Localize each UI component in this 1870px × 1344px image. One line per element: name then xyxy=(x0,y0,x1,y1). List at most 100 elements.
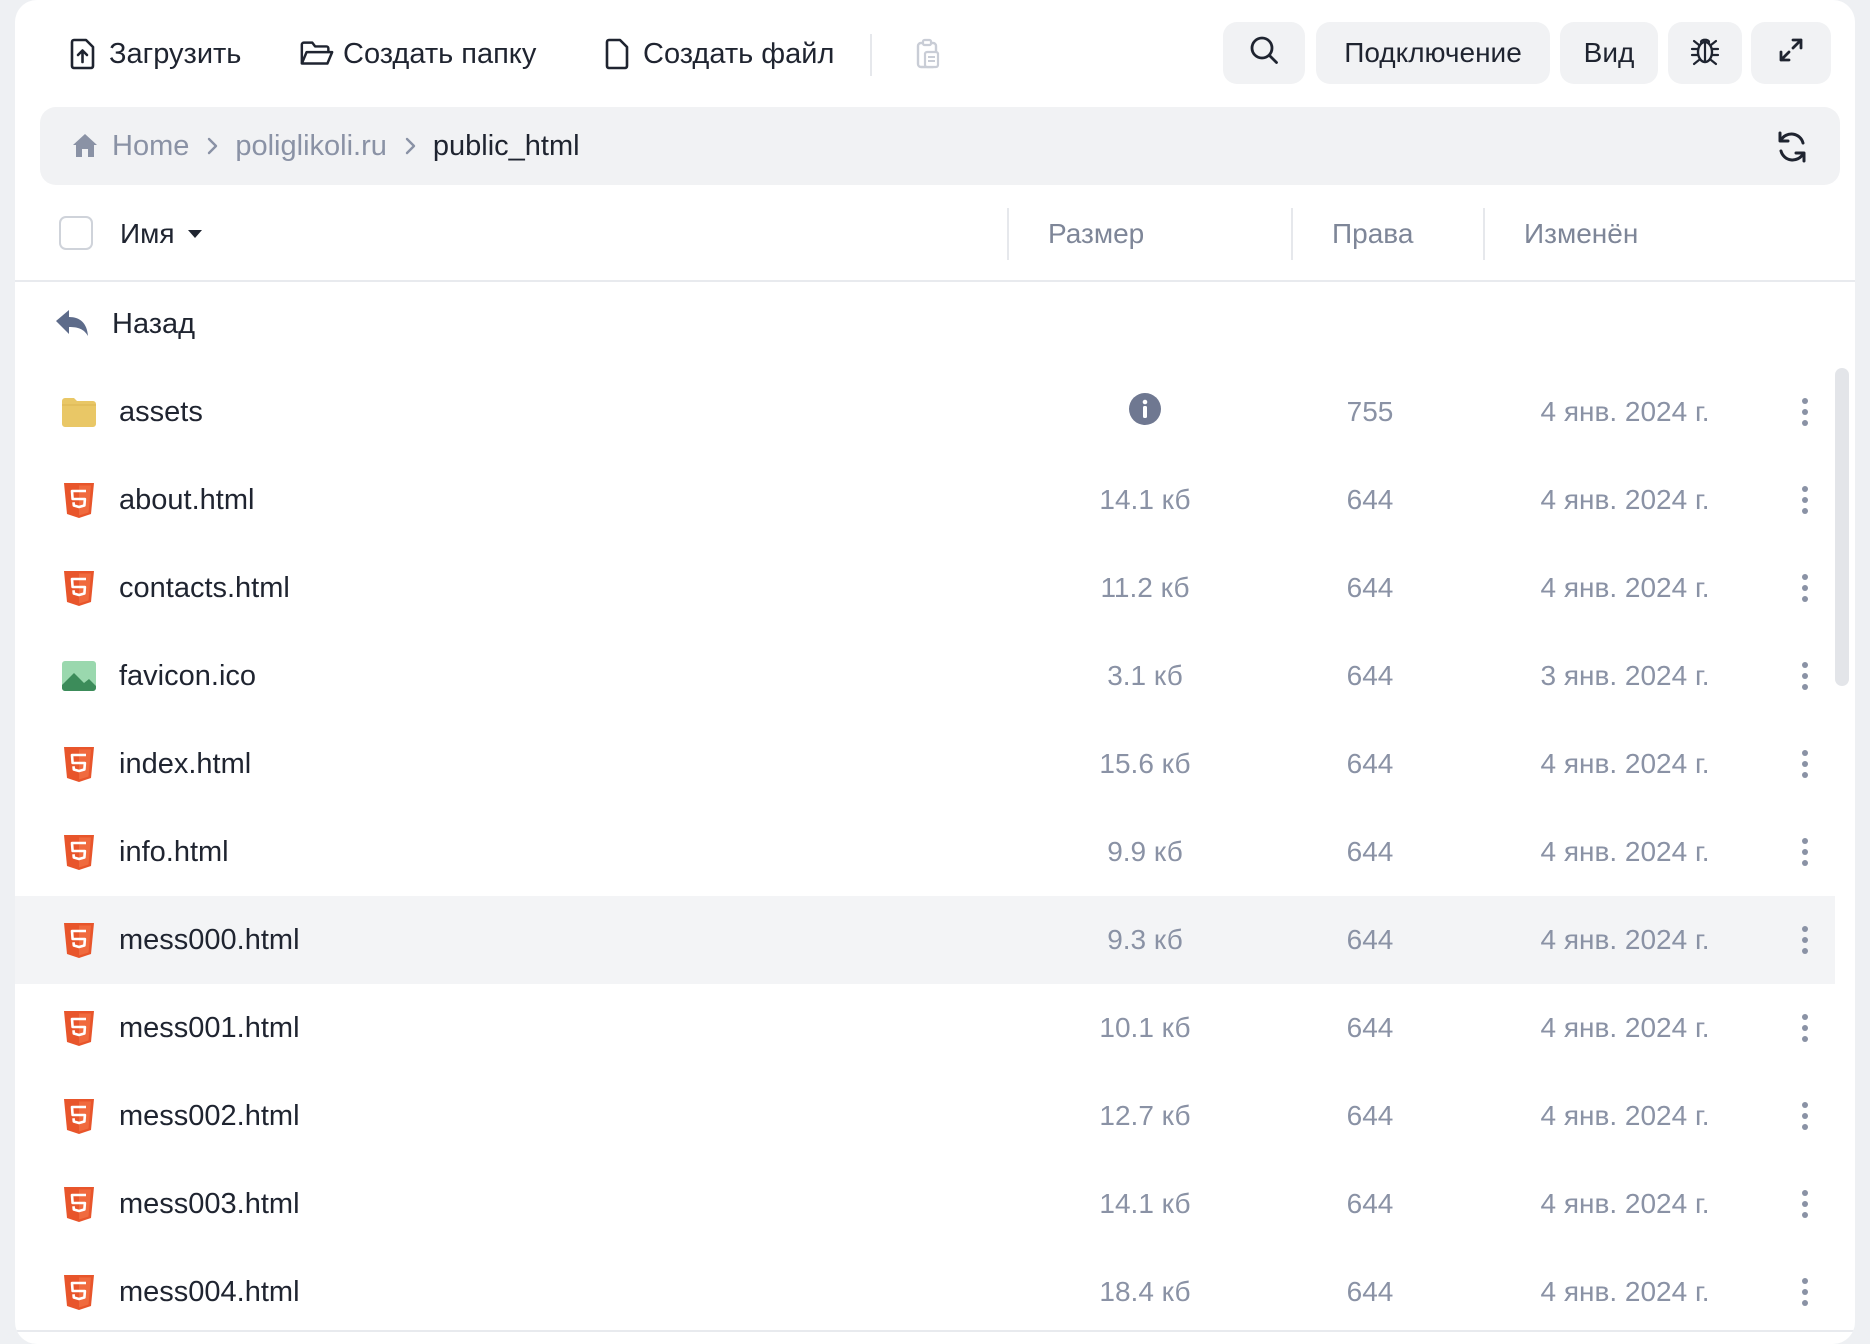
more-options-icon[interactable] xyxy=(1785,646,1825,706)
file-permissions: 644 xyxy=(1346,572,1394,603)
column-perms-header[interactable]: Права xyxy=(1332,204,1413,264)
connection-button[interactable]: Подключение xyxy=(1316,22,1550,84)
html5-file-icon xyxy=(57,1182,101,1226)
table-row[interactable]: mess000.html 9.3 кб 644 4 янв. 2024 г. xyxy=(15,896,1835,984)
column-divider xyxy=(1007,208,1009,260)
html5-file-icon xyxy=(57,1094,101,1138)
table-row[interactable]: assets 755 4 янв. 2024 г. xyxy=(15,368,1835,456)
more-options-icon[interactable] xyxy=(1785,998,1825,1058)
file-permissions: 644 xyxy=(1346,1188,1394,1219)
upload-label: Загрузить xyxy=(109,37,242,70)
file-modified-date: 4 янв. 2024 г. xyxy=(1540,1276,1710,1307)
file-modified-date: 4 янв. 2024 г. xyxy=(1540,1100,1710,1131)
html5-file-icon xyxy=(57,566,101,610)
file-modified-date: 4 янв. 2024 г. xyxy=(1540,484,1710,515)
file-name[interactable]: mess003.html xyxy=(119,1188,300,1221)
chevron-right-icon xyxy=(197,136,227,156)
more-options-icon[interactable] xyxy=(1785,734,1825,794)
bottom-divider xyxy=(15,1330,1855,1332)
column-size-label: Размер xyxy=(1048,218,1145,249)
breadcrumb-domain[interactable]: poliglikoli.ru xyxy=(235,130,387,163)
vertical-scrollbar[interactable] xyxy=(1835,368,1849,686)
file-icon xyxy=(599,36,635,72)
more-options-icon[interactable] xyxy=(1785,1086,1825,1146)
column-divider xyxy=(1291,208,1293,260)
file-size: 15.6 кб xyxy=(1099,748,1191,779)
file-modified-date: 4 янв. 2024 г. xyxy=(1540,572,1710,603)
file-name[interactable]: assets xyxy=(119,396,203,429)
home-icon[interactable] xyxy=(70,131,100,161)
file-name[interactable]: mess001.html xyxy=(119,1012,300,1045)
folder-open-icon xyxy=(299,36,335,72)
table-row[interactable]: mess004.html 18.4 кб 644 4 янв. 2024 г. xyxy=(15,1248,1835,1336)
file-size: 18.4 кб xyxy=(1099,1276,1191,1307)
file-permissions: 755 xyxy=(1346,396,1394,427)
folder-size-info[interactable] xyxy=(1045,392,1245,433)
file-name[interactable]: index.html xyxy=(119,748,251,781)
back-row[interactable]: Назад xyxy=(15,280,1835,368)
table-row[interactable]: index.html 15.6 кб 644 4 янв. 2024 г. xyxy=(15,720,1835,808)
file-name[interactable]: mess004.html xyxy=(119,1276,300,1309)
bug-icon xyxy=(1688,33,1722,74)
paste-button[interactable] xyxy=(910,26,954,82)
file-name[interactable]: mess002.html xyxy=(119,1100,300,1133)
file-size: 10.1 кб xyxy=(1099,1012,1191,1043)
breadcrumb-home[interactable]: Home xyxy=(112,130,189,163)
file-name[interactable]: contacts.html xyxy=(119,572,290,605)
table-row[interactable]: about.html 14.1 кб 644 4 янв. 2024 г. xyxy=(15,456,1835,544)
new-file-button[interactable]: Создать файл xyxy=(599,26,834,82)
file-size: 11.2 кб xyxy=(1100,572,1190,603)
table-row[interactable]: mess003.html 14.1 кб 644 4 янв. 2024 г. xyxy=(15,1160,1835,1248)
fullscreen-button[interactable] xyxy=(1751,22,1831,84)
folder-icon xyxy=(57,390,101,434)
file-permissions: 644 xyxy=(1346,1276,1394,1307)
more-options-icon[interactable] xyxy=(1785,822,1825,882)
file-modified-date: 4 янв. 2024 г. xyxy=(1540,748,1710,779)
more-options-icon[interactable] xyxy=(1785,1262,1825,1322)
html5-file-icon xyxy=(57,1006,101,1050)
more-options-icon[interactable] xyxy=(1785,382,1825,442)
table-row[interactable]: mess002.html 12.7 кб 644 4 янв. 2024 г. xyxy=(15,1072,1835,1160)
table-row[interactable]: info.html 9.9 кб 644 4 янв. 2024 г. xyxy=(15,808,1835,896)
select-all-checkbox[interactable] xyxy=(59,216,93,250)
file-modified-date: 4 янв. 2024 г. xyxy=(1540,1188,1710,1219)
more-options-icon[interactable] xyxy=(1785,1174,1825,1234)
image-file-icon xyxy=(57,654,101,698)
refresh-icon[interactable] xyxy=(1772,127,1812,167)
file-modified-date: 4 янв. 2024 г. xyxy=(1540,396,1710,427)
new-file-label: Создать файл xyxy=(643,37,835,70)
column-name-header[interactable]: Имя xyxy=(120,204,203,264)
back-arrow-icon xyxy=(50,302,94,346)
file-size: 9.3 кб xyxy=(1107,924,1183,955)
upload-icon xyxy=(65,36,101,72)
more-options-icon[interactable] xyxy=(1785,558,1825,618)
file-name[interactable]: favicon.ico xyxy=(119,660,256,693)
table-row[interactable]: contacts.html 11.2 кб 644 4 янв. 2024 г. xyxy=(15,544,1835,632)
chevron-right-icon xyxy=(395,136,425,156)
more-options-icon[interactable] xyxy=(1785,470,1825,530)
table-row[interactable]: mess001.html 10.1 кб 644 4 янв. 2024 г. xyxy=(15,984,1835,1072)
file-name[interactable]: info.html xyxy=(119,836,229,869)
column-size-header[interactable]: Размер xyxy=(1048,204,1144,264)
file-permissions: 644 xyxy=(1346,660,1394,691)
upload-button[interactable]: Загрузить xyxy=(65,26,241,82)
html5-file-icon xyxy=(57,742,101,786)
column-perms-label: Права xyxy=(1332,218,1414,249)
file-name[interactable]: mess000.html xyxy=(119,924,300,957)
column-modified-header[interactable]: Изменён xyxy=(1524,204,1638,264)
column-modified-label: Изменён xyxy=(1524,218,1639,249)
debug-button[interactable] xyxy=(1668,22,1742,84)
search-button[interactable] xyxy=(1223,22,1305,84)
file-size: 14.1 кб xyxy=(1099,484,1191,515)
table-row[interactable]: favicon.ico 3.1 кб 644 3 янв. 2024 г. xyxy=(15,632,1835,720)
more-options-icon[interactable] xyxy=(1785,910,1825,970)
table-header: Имя Размер Права Изменён xyxy=(15,204,1855,282)
back-label: Назад xyxy=(112,307,196,340)
file-modified-date: 4 янв. 2024 г. xyxy=(1540,836,1710,867)
new-folder-button[interactable]: Создать папку xyxy=(299,26,536,82)
view-button[interactable]: Вид xyxy=(1560,22,1658,84)
file-modified-date: 4 янв. 2024 г. xyxy=(1540,924,1710,955)
new-folder-label: Создать папку xyxy=(343,37,537,70)
file-name[interactable]: about.html xyxy=(119,484,254,517)
search-icon xyxy=(1247,33,1281,74)
